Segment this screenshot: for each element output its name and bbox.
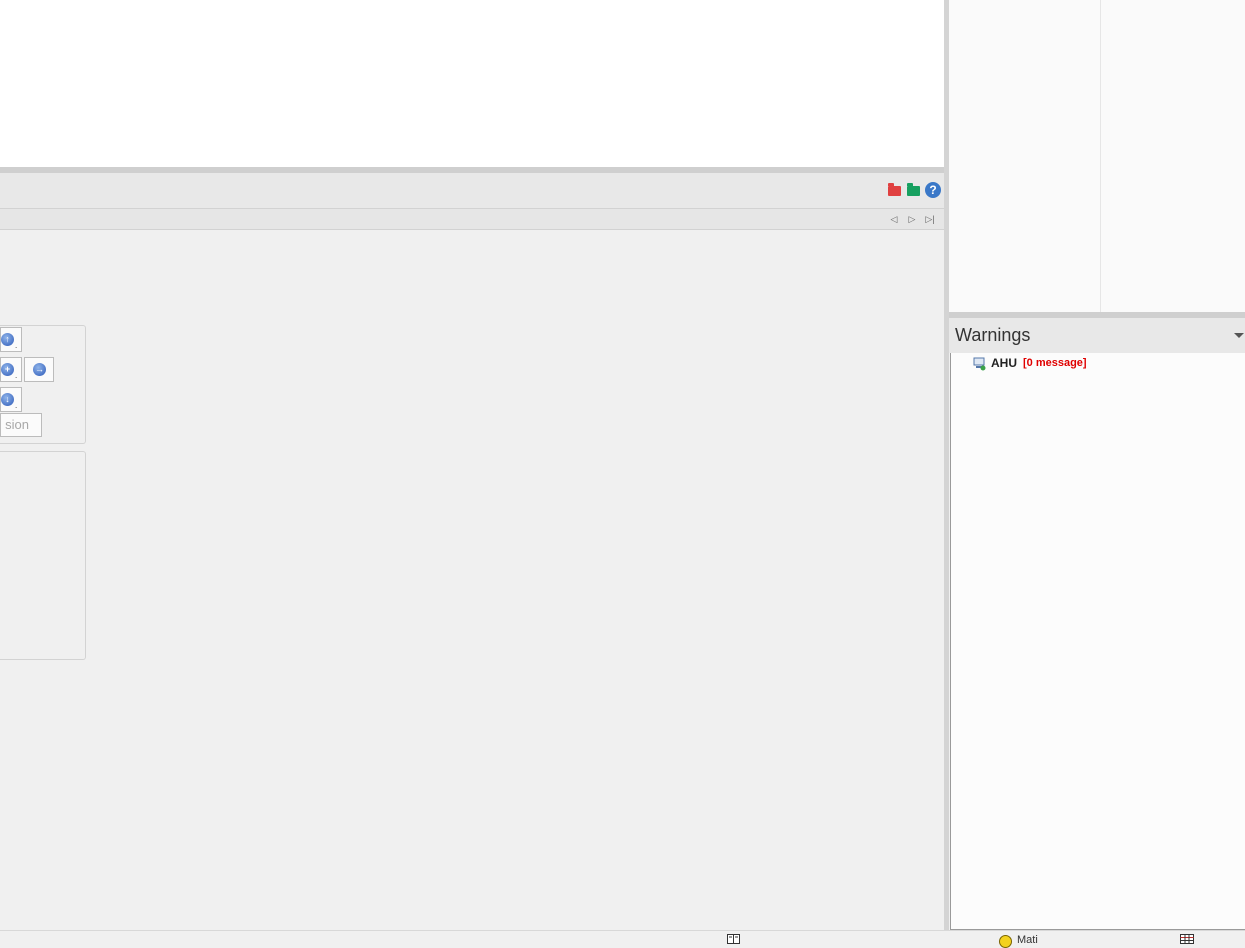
properties-group <box>0 451 86 660</box>
help-icon[interactable]: ? <box>925 182 941 198</box>
folder-red-icon[interactable] <box>887 183 902 197</box>
tab-next-button[interactable]: ▷ <box>906 212 918 226</box>
work-area <box>0 230 944 929</box>
user-smiley-icon <box>999 935 1012 948</box>
tab-prev-button[interactable]: ◁ <box>888 212 900 226</box>
book-icon[interactable] <box>727 934 740 944</box>
user-name: Mati <box>1017 934 1038 946</box>
arrow-right-icon: → <box>33 363 46 376</box>
step-mark: . <box>15 341 18 350</box>
extrusion-button[interactable]: sion <box>0 413 42 437</box>
chevron-down-icon[interactable] <box>1234 333 1244 338</box>
step-mark: . <box>15 401 18 410</box>
ahu-node-icon <box>973 357 986 371</box>
folder-green-icon[interactable] <box>906 183 921 197</box>
column-divider <box>1100 0 1101 312</box>
move-right-button[interactable]: → <box>24 357 54 382</box>
right-top-panel <box>949 0 1245 312</box>
panel-header <box>0 173 944 208</box>
grid-icon[interactable] <box>1180 934 1194 944</box>
move-left-button[interactable]: + . <box>0 357 22 382</box>
move-down-button[interactable]: ↓ . <box>0 387 22 412</box>
status-bar <box>0 930 1245 945</box>
tab-last-button[interactable]: ▷| <box>924 212 936 226</box>
arrow-left-icon: + <box>1 363 14 376</box>
drawing-canvas[interactable] <box>0 0 944 167</box>
step-mark: . <box>15 371 18 380</box>
tree-item-ahu[interactable]: AHU <box>991 356 1017 370</box>
warnings-list <box>950 353 1245 930</box>
warnings-title: Warnings <box>955 325 1031 345</box>
message-count: [0 message] <box>1023 357 1087 369</box>
arrow-up-icon: ↑ <box>1 333 14 346</box>
arrow-down-icon: ↓ <box>1 393 14 406</box>
move-up-button[interactable]: ↑ . <box>0 327 22 352</box>
tab-strip <box>0 208 944 230</box>
